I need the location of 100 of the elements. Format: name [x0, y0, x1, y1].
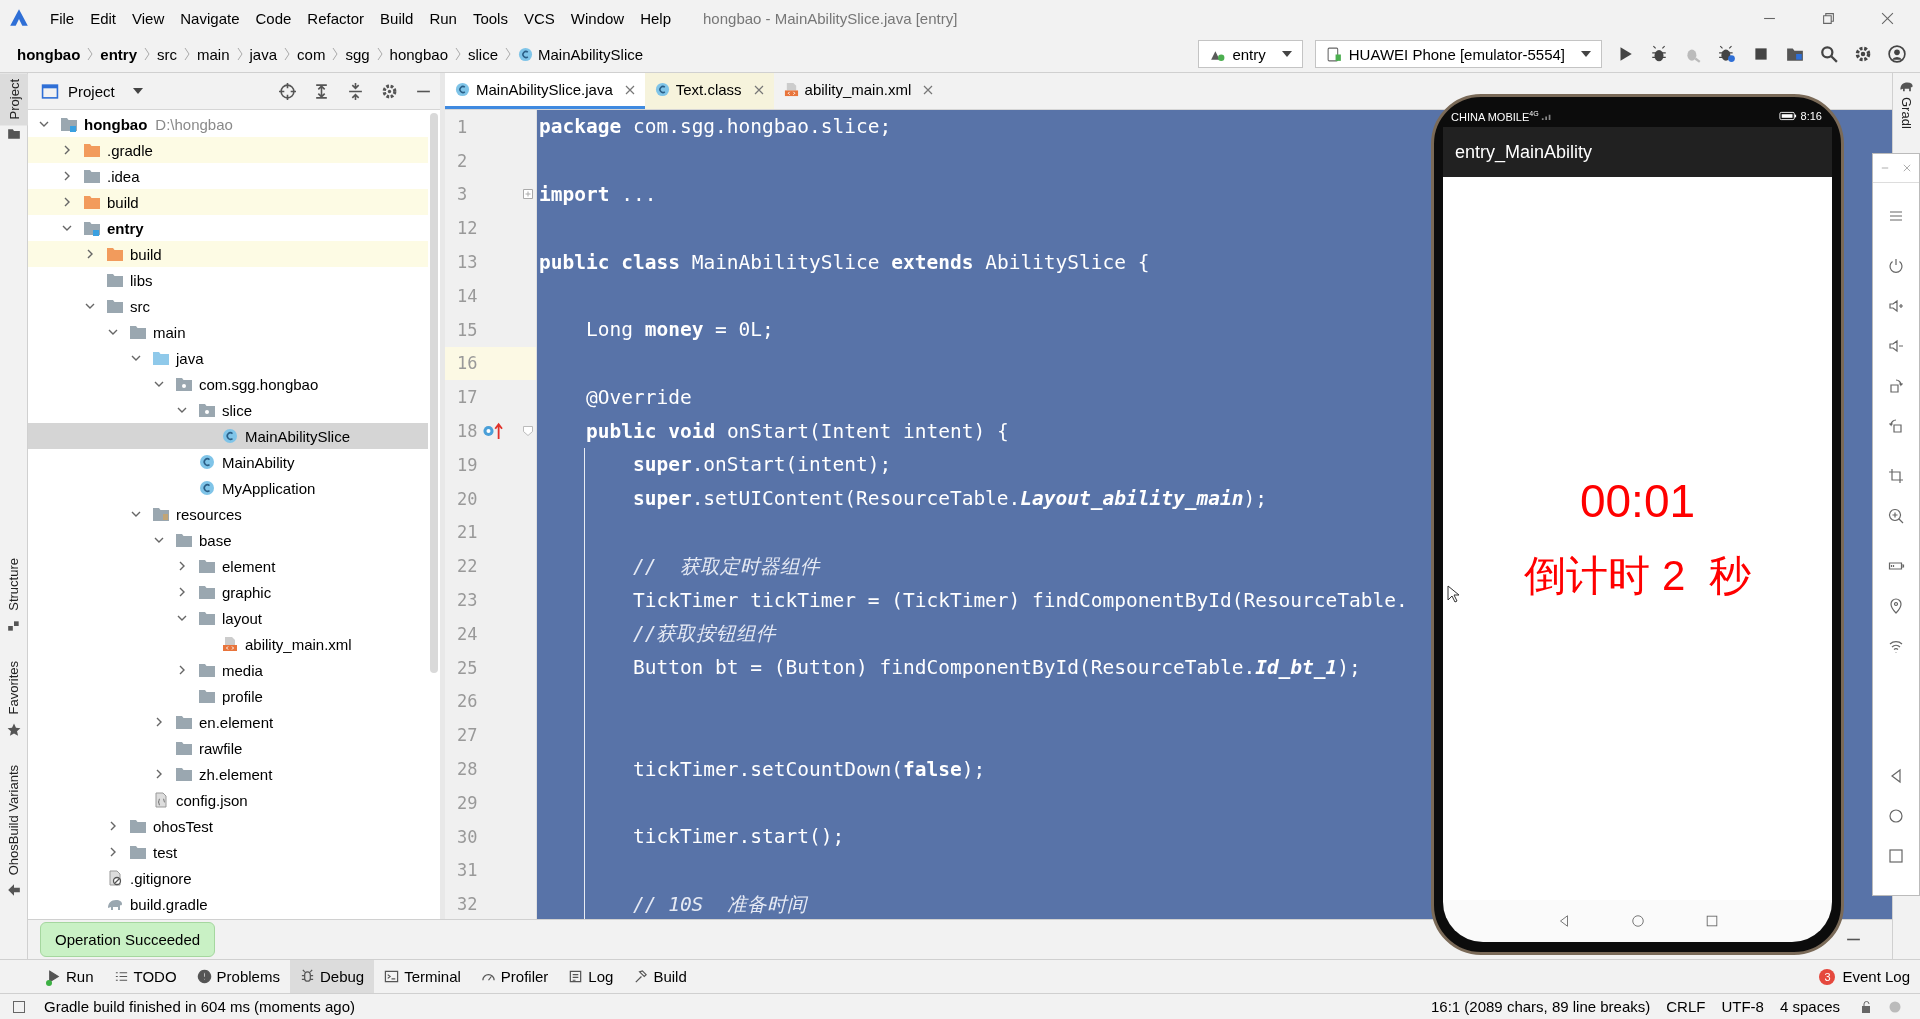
tree-item[interactable]: ohosTest	[28, 813, 428, 839]
volume-down-icon[interactable]	[1887, 337, 1905, 355]
menu-item[interactable]: Run	[421, 9, 465, 27]
event-log-tab[interactable]: 3 Event Log	[1809, 960, 1920, 993]
tree-item[interactable]: MainAbilitySlice	[28, 423, 428, 449]
tree-item[interactable]: src	[28, 293, 428, 319]
caret-position[interactable]: 16:1 (2089 chars, 89 line breaks)	[1431, 998, 1651, 1015]
breadcrumb[interactable]: hongbao	[386, 45, 451, 63]
recents-icon[interactable]	[1704, 914, 1719, 928]
expand-all-icon[interactable]	[313, 82, 330, 100]
editor-tab[interactable]: ability_main.xml	[773, 73, 944, 109]
bug-gear-icon[interactable]	[1718, 45, 1736, 63]
run-config-dropdown[interactable]: entry	[1198, 40, 1303, 68]
tool-window-tab[interactable]: Debug	[289, 960, 375, 993]
project-tool-tab[interactable]: Project	[0, 73, 28, 126]
build-variants-tool-tab[interactable]: OhosBuild Variants	[6, 758, 21, 881]
tree-item[interactable]: graphic	[28, 579, 428, 605]
panel-toggle-icon[interactable]	[12, 999, 26, 1014]
override-marker-icon[interactable]	[481, 422, 505, 441]
tree-item[interactable]: base	[28, 527, 428, 553]
menu-item[interactable]: Code	[247, 9, 300, 27]
settings-icon[interactable]	[381, 82, 398, 100]
editor-tab[interactable]: MainAbilitySlice.java	[445, 73, 645, 109]
tree-item[interactable]: build	[28, 189, 428, 215]
tree-item[interactable]: .gitignore	[28, 865, 428, 891]
tree-item[interactable]: hongbao D:\hongbao	[28, 111, 428, 137]
menu-item[interactable]: Build	[372, 9, 422, 27]
gradle-tool-tab[interactable]: Gradl	[1899, 95, 1914, 131]
breadcrumb[interactable]: entry	[97, 45, 140, 63]
tree-item[interactable]: profile	[28, 683, 428, 709]
close-icon[interactable]	[624, 84, 635, 95]
tree-item[interactable]: ability_main.xml	[28, 631, 428, 657]
breadcrumb[interactable]: sgg	[342, 45, 373, 63]
tree-item[interactable]: slice	[28, 397, 428, 423]
stop-icon[interactable]	[1752, 45, 1770, 63]
indent-setting[interactable]: 4 spaces	[1779, 998, 1840, 1015]
tree-item[interactable]: layout	[28, 605, 428, 631]
tree-item[interactable]: libs	[28, 267, 428, 293]
breadcrumb[interactable]: main	[194, 45, 233, 63]
file-encoding[interactable]: UTF-8	[1721, 998, 1764, 1015]
tool-window-tab[interactable]: Terminal	[374, 960, 471, 993]
breadcrumb[interactable]: com	[294, 45, 329, 63]
scrollbar[interactable]	[430, 113, 438, 673]
collapse-all-icon[interactable]	[347, 82, 364, 100]
menu-item[interactable]: Refactor	[299, 9, 373, 27]
tree-item[interactable]: MyApplication	[28, 475, 428, 501]
tree-item[interactable]: rawfile	[28, 735, 428, 761]
tree-item[interactable]: build.gradle	[28, 891, 428, 917]
tree-item[interactable]: java	[28, 345, 428, 371]
location-pin-icon[interactable]	[1887, 597, 1905, 615]
volume-up-icon[interactable]	[1887, 297, 1905, 315]
power-icon[interactable]	[1887, 257, 1905, 275]
close-icon[interactable]	[923, 84, 934, 95]
tree-item[interactable]: media	[28, 657, 428, 683]
bug-icon[interactable]	[1650, 45, 1668, 63]
menu-item[interactable]: Navigate	[172, 9, 248, 27]
menu-item[interactable]: Help	[632, 9, 680, 27]
user-icon[interactable]	[1888, 45, 1906, 63]
crop-icon[interactable]	[1887, 467, 1905, 485]
breadcrumb[interactable]: hongbao	[14, 45, 84, 63]
tool-window-tab[interactable]: TODO	[103, 960, 187, 993]
tool-window-tab[interactable]: Profiler	[470, 960, 559, 993]
tool-window-tab[interactable]: Problems	[186, 960, 290, 993]
rotate-left-icon[interactable]	[1887, 417, 1905, 435]
menu-item[interactable]: Edit	[82, 9, 125, 27]
tree-item[interactable]: MainAbility	[28, 449, 428, 475]
tree-item[interactable]: en.element	[28, 709, 428, 735]
close-icon[interactable]	[1881, 11, 1894, 25]
rotate-right-icon[interactable]	[1887, 377, 1905, 395]
tool-window-tab[interactable]: Log	[558, 960, 624, 993]
project-view-dropdown[interactable]: Project	[36, 82, 147, 100]
folder-icon[interactable]	[1786, 45, 1804, 63]
tree-item[interactable]: .idea	[28, 163, 428, 189]
tree-item[interactable]: element	[28, 553, 428, 579]
fold-marker-icon[interactable]	[522, 425, 534, 438]
device-dropdown[interactable]: HUAWEI Phone [emulator-5554]	[1314, 40, 1602, 68]
menu-item[interactable]: Tools	[464, 9, 516, 27]
editor-tab[interactable]: Text.class	[644, 73, 774, 109]
tree-item[interactable]: entry	[28, 215, 428, 241]
tree-item[interactable]: config.json	[28, 787, 428, 813]
home-icon[interactable]	[1887, 807, 1905, 825]
menu-item[interactable]: VCS	[515, 9, 563, 27]
tree-item[interactable]: .gradle	[28, 137, 428, 163]
home-icon[interactable]	[1630, 914, 1645, 928]
close-icon[interactable]	[753, 84, 764, 95]
breadcrumb[interactable]: src	[154, 45, 180, 63]
line-separator[interactable]: CRLF	[1666, 998, 1706, 1015]
zoom-in-icon[interactable]	[1887, 507, 1905, 525]
menu-item[interactable]: Window	[562, 9, 633, 27]
breadcrumb[interactable]: MainAbilitySlice	[515, 45, 647, 63]
settings-icon[interactable]	[1854, 45, 1872, 63]
tool-window-tab[interactable]: Run	[36, 960, 104, 993]
structure-tool-tab[interactable]: Structure	[6, 552, 21, 618]
breadcrumb[interactable]: slice	[465, 45, 501, 63]
tree-item[interactable]: main	[28, 319, 428, 345]
tree-item[interactable]: zh.element	[28, 761, 428, 787]
menu-item[interactable]: View	[124, 9, 173, 27]
tree-item[interactable]: test	[28, 839, 428, 865]
search-icon[interactable]	[1820, 45, 1838, 63]
breadcrumb[interactable]: java	[246, 45, 281, 63]
